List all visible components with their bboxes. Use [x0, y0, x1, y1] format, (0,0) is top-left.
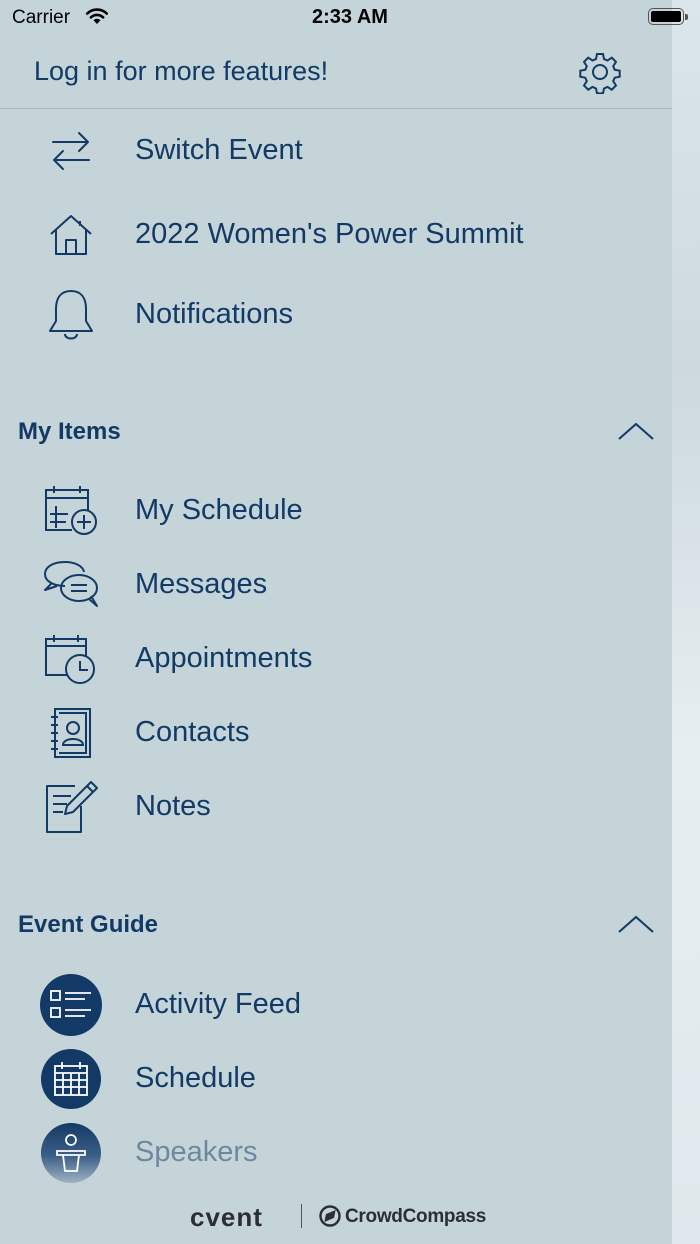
drawer-header: Log in for more features!: [0, 36, 672, 109]
menu-item-label: Notes: [135, 790, 211, 822]
menu-item-appointments[interactable]: Appointments: [0, 624, 672, 694]
switch-arrows-icon: [38, 124, 104, 178]
gear-icon[interactable]: [578, 50, 622, 95]
speaker-podium-icon: [38, 1123, 104, 1183]
menu-item-label: Messages: [135, 568, 268, 600]
menu-item-activity-feed[interactable]: Activity Feed: [0, 970, 672, 1040]
footer-divider: [301, 1204, 302, 1228]
home-icon: [38, 208, 104, 262]
calendar-add-icon: [38, 484, 104, 538]
notes-pencil-icon: [38, 780, 104, 834]
background-content-edge[interactable]: [672, 0, 700, 1244]
menu-item-label: 2022 Women's Power Summit: [135, 218, 524, 250]
status-bar: Carrier 2:33 AM: [0, 0, 700, 36]
footer-branding: cvent CrowdCompass: [0, 1196, 672, 1236]
menu-item-label: Appointments: [135, 642, 313, 674]
calendar-grid-icon: [38, 1049, 104, 1109]
list-icon: [38, 974, 104, 1036]
menu-item-event-home[interactable]: 2022 Women's Power Summit: [0, 200, 672, 270]
calendar-clock-icon: [38, 632, 104, 686]
bell-icon: [38, 288, 104, 342]
menu-item-label: Schedule: [135, 1062, 256, 1094]
login-link[interactable]: Log in for more features!: [34, 56, 328, 87]
menu-item-label: Activity Feed: [135, 988, 301, 1020]
menu-item-schedule[interactable]: Schedule: [0, 1044, 672, 1114]
crowdcompass-logo-icon: [318, 1204, 342, 1228]
section-title-my-items: My Items: [18, 418, 121, 445]
menu-item-notes[interactable]: Notes: [0, 772, 672, 842]
menu-item-label: Speakers: [135, 1136, 258, 1168]
cvent-logo: cvent: [190, 1202, 263, 1232]
menu-item-speakers[interactable]: Speakers: [0, 1118, 672, 1188]
menu-item-my-schedule[interactable]: My Schedule: [0, 476, 672, 546]
menu-item-switch-event[interactable]: Switch Event: [0, 116, 672, 186]
menu-item-label: Contacts: [135, 716, 250, 748]
section-title-event-guide: Event Guide: [18, 911, 159, 938]
clock-time: 2:33 AM: [312, 6, 388, 28]
menu-item-label: Switch Event: [135, 134, 303, 166]
menu-item-label: Notifications: [135, 298, 293, 330]
menu-item-contacts[interactable]: Contacts: [0, 698, 672, 768]
crowdcompass-logo: CrowdCompass: [345, 1206, 487, 1227]
menu-item-messages[interactable]: Messages: [0, 550, 672, 620]
menu-item-notifications[interactable]: Notifications: [0, 280, 672, 350]
contact-book-icon: [38, 706, 104, 760]
menu-item-label: My Schedule: [135, 494, 303, 526]
chevron-up-icon[interactable]: [616, 913, 656, 937]
chat-bubbles-icon: [38, 558, 104, 612]
chevron-up-icon[interactable]: [616, 420, 656, 444]
battery-icon: [648, 8, 688, 25]
